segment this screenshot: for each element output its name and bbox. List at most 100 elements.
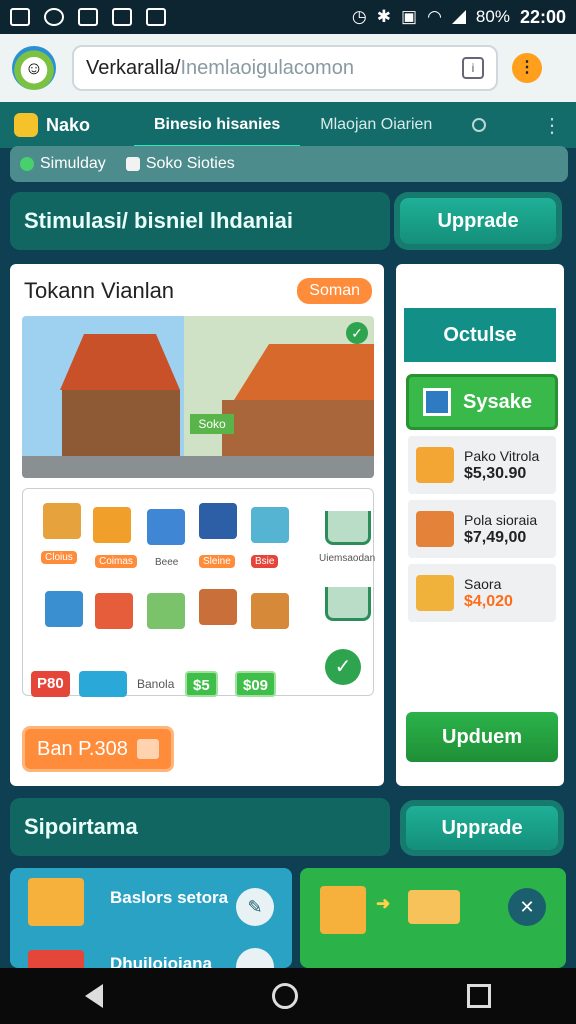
- shelf-display-icon[interactable]: [199, 589, 237, 625]
- price-label: Banola: [137, 677, 175, 691]
- product-item[interactable]: Pako Vitrola $5,30.90: [408, 436, 556, 494]
- product-price: $4,020: [464, 593, 513, 610]
- chip-label: Simulday: [40, 155, 106, 172]
- promo-card-green[interactable]: ➜ ✕: [300, 868, 566, 968]
- roof-shape: [234, 344, 374, 400]
- clock-icon: [44, 8, 64, 26]
- side-panel-tab[interactable]: Sysake: [406, 374, 558, 430]
- action-icon[interactable]: [236, 948, 274, 968]
- item-tag: Coimas: [95, 555, 137, 568]
- coin-icon: [137, 739, 159, 759]
- product-price: $5,30.90: [464, 465, 527, 482]
- message-icon: [78, 8, 98, 26]
- promo-card-subtitle: Dhuiloioiana: [110, 954, 212, 968]
- notification-icon: [10, 8, 30, 26]
- alarm-icon: ◷: [351, 7, 367, 26]
- item-tag: Beee: [155, 557, 179, 568]
- produce-crate-icon[interactable]: [147, 593, 185, 629]
- status-badge[interactable]: Soman: [297, 278, 372, 304]
- browser-toolbar: ☺ Verkaralla/ Inemlaoigulacomon i ⋮: [0, 34, 576, 102]
- product-box-icon: [416, 511, 454, 547]
- app-navbar: Nako Binesio hisanies Mlaojan Oiarien ⋮: [0, 102, 576, 148]
- url-main: Verkaralla/: [86, 56, 181, 79]
- store-icon: [125, 157, 140, 171]
- info-icon[interactable]: i: [462, 57, 484, 79]
- address-bar[interactable]: Verkaralla/ Inemlaoigulacomon i: [72, 45, 498, 91]
- cup-icon: [320, 886, 366, 934]
- chip-simulday[interactable]: Simulday: [20, 155, 106, 173]
- simulation-icon: [20, 157, 34, 171]
- brand-icon: [14, 113, 38, 137]
- app-logo[interactable]: ☺: [12, 46, 56, 90]
- buy-button-label: Ban P.308: [37, 738, 128, 760]
- wifi-icon: ◠: [427, 7, 442, 26]
- product-price: $7,49,00: [464, 529, 527, 546]
- product-box-icon: [28, 950, 84, 968]
- close-icon[interactable]: ✕: [508, 888, 546, 926]
- upgrade-button[interactable]: Upprade: [400, 198, 556, 244]
- price-chip[interactable]: $5: [185, 671, 218, 697]
- browser-menu-icon[interactable]: ⋮: [512, 53, 542, 83]
- product-item[interactable]: Pola sioraia $7,49,00: [408, 500, 556, 558]
- shopping-cart-icon[interactable]: [325, 511, 371, 545]
- brand-name: Nako: [46, 114, 91, 135]
- price-chip[interactable]: P80: [31, 671, 70, 697]
- nfc-icon: ▣: [401, 7, 418, 26]
- crate-icon[interactable]: [93, 507, 131, 543]
- product-can-icon: [416, 447, 454, 483]
- tab-secondary[interactable]: Mlaojan Oiarien: [300, 102, 452, 148]
- promo-card-title: Baslors setora: [110, 888, 229, 907]
- basket-icon[interactable]: [45, 591, 83, 627]
- home-icon[interactable]: [271, 983, 298, 1009]
- brand[interactable]: Nako: [14, 113, 134, 137]
- promo-card-teal[interactable]: Baslors setora ✎ Dhuiloioiana: [10, 868, 292, 968]
- tab-business-simulation[interactable]: Binesio hisanies: [134, 102, 301, 148]
- search-icon[interactable]: [472, 118, 487, 132]
- side-panel: Octulse Sysake Pako Vitrola $5,30.90 Pol…: [396, 264, 564, 786]
- signal-icon: [451, 10, 466, 24]
- gallery-icon: [146, 8, 166, 26]
- more-icon[interactable]: ⋮: [542, 113, 562, 138]
- bluetooth-icon: ✱: [376, 7, 392, 26]
- snack-pack-icon[interactable]: [199, 503, 237, 539]
- store-scene-illustration: Soko ✓: [22, 316, 374, 478]
- wood-crate-icon[interactable]: [251, 593, 289, 629]
- picture-icon: [423, 388, 451, 416]
- product-pack-icon: [28, 878, 84, 926]
- save-icon: [112, 8, 132, 26]
- arrow-icon: ➜: [376, 894, 391, 913]
- edit-icon[interactable]: ✎: [236, 888, 274, 926]
- roof-shape: [60, 334, 180, 390]
- stacked-boxes-icon[interactable]: [251, 507, 289, 543]
- product-thumb-chip[interactable]: [79, 671, 127, 697]
- fruit-bag-icon[interactable]: [95, 593, 133, 629]
- simulation-banner: Stimulasi/ bisniel lhdaniai: [10, 192, 390, 250]
- chip-soko-sioties[interactable]: Soko Sioties: [125, 155, 235, 173]
- recent-apps-icon[interactable]: [467, 984, 492, 1008]
- update-button[interactable]: Upduem: [406, 712, 558, 762]
- clock-time: 22:00: [519, 6, 566, 27]
- product-name: Saora: [464, 576, 502, 592]
- shopping-cart-icon[interactable]: [325, 587, 371, 621]
- confirm-check-icon[interactable]: ✓: [325, 649, 361, 685]
- filter-chips: Simulday Soko Sioties: [10, 146, 568, 182]
- item-tag: Cloius: [41, 551, 77, 564]
- product-shelf-icon[interactable]: [43, 503, 81, 539]
- buy-button[interactable]: Ban P.308: [22, 726, 174, 772]
- chip-label: Soko Sioties: [145, 155, 235, 172]
- upgrade-button-secondary[interactable]: Upprade: [406, 806, 558, 850]
- side-panel-header: Octulse: [404, 308, 556, 362]
- back-icon[interactable]: [84, 984, 103, 1008]
- product-item[interactable]: Saora $4,020: [408, 564, 556, 622]
- check-icon[interactable]: ✓: [346, 322, 368, 344]
- price-chip[interactable]: $09: [235, 671, 277, 697]
- box-icon[interactable]: [147, 509, 185, 545]
- battery-text: 80%: [475, 7, 510, 26]
- package-icon: [408, 890, 460, 924]
- shop-building: [62, 390, 180, 460]
- item-tag: Uiemsaodan: [319, 553, 376, 564]
- url-rest: Inemlaoigulacomon: [180, 56, 354, 79]
- product-pack-icon: [416, 575, 454, 611]
- item-tag: Bsie: [251, 555, 279, 568]
- system-navigation-bar: [0, 968, 576, 1024]
